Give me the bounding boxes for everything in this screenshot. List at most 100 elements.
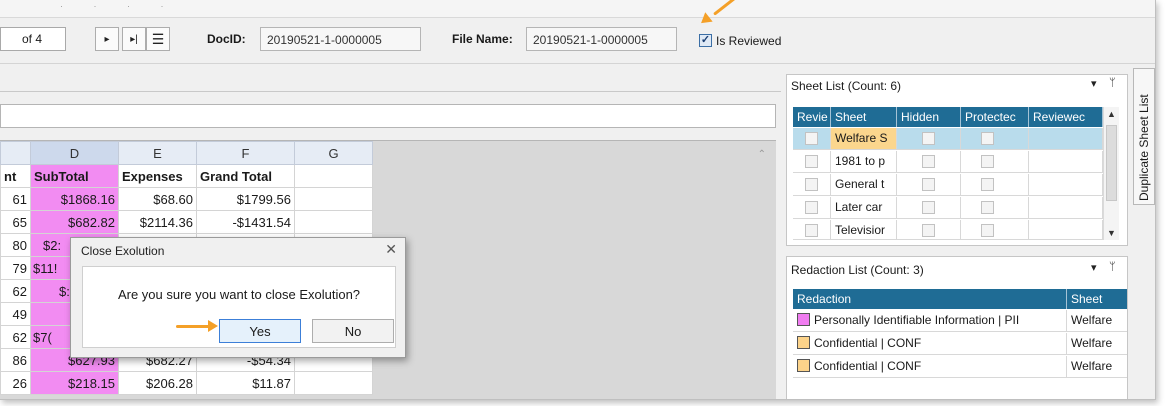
column-header-c[interactable] [0,141,31,165]
cell[interactable] [294,187,373,211]
chevron-down-icon[interactable]: ▾ [1091,261,1097,274]
formula-bar[interactable] [0,104,776,128]
redaction-label: Personally Identifiable Information | PI… [814,313,1020,327]
sheet-list-title: Sheet List (Count: 6) [791,79,902,93]
cell[interactable] [294,210,373,234]
sheet-list-scrollbar[interactable]: ▲ ▼ [1103,107,1119,240]
cell[interactable]: 62 [0,279,31,303]
cell[interactable]: $68.60 [118,187,197,211]
sheet-name: General t [831,174,897,195]
cell[interactable] [294,164,373,188]
menu-strip: · · · · [0,0,1155,18]
cell[interactable]: Grand Total [196,164,295,188]
hidden-checkbox[interactable] [922,224,935,237]
cell[interactable]: $218.15 [30,371,119,395]
duplicate-sheet-list-tab[interactable]: Duplicate Sheet List [1133,68,1155,205]
chevron-down-icon[interactable]: ▾ [1091,77,1097,90]
cell[interactable]: 49 [0,302,31,326]
redaction-sheet: Welfare [1071,313,1113,327]
column-header-d[interactable]: D [30,141,119,165]
scroll-up-icon[interactable]: ▲ [1107,109,1116,119]
cell[interactable]: nt [0,164,31,188]
toolbar: of 4 ▸ ▸| ☰ DocID: 20190521-1-0000005 Fi… [0,20,1155,64]
cell[interactable]: $2114.36 [118,210,197,234]
redaction-row[interactable]: Confidential | CONF Welfare [793,356,1127,378]
cell[interactable] [294,371,373,395]
protected-checkbox[interactable] [981,201,994,214]
scrollbar-thumb[interactable] [1106,125,1117,201]
cell[interactable]: 62 [0,325,31,349]
scroll-up-icon[interactable]: ⌃ [758,149,766,160]
is-reviewed-checkbox[interactable] [699,34,712,47]
column-header-g[interactable]: G [294,141,373,165]
redaction-row[interactable]: Confidential | CONF Welfare [793,333,1127,355]
next-page-button[interactable]: ▸ [95,27,119,51]
skip-end-icon: ▸| [130,33,138,45]
no-button[interactable]: No [312,319,394,343]
cell[interactable]: 86 [0,348,31,372]
cell[interactable]: 26 [0,371,31,395]
hidden-checkbox[interactable] [922,201,935,214]
cell[interactable]: $1868.16 [30,187,119,211]
cell[interactable]: 61 [0,187,31,211]
col-redaction[interactable]: Redaction [793,289,1067,309]
col-hidden[interactable]: Hidden [897,107,961,127]
cell[interactable]: Expenses [118,164,197,188]
table-row: 61 $1868.16 $68.60 $1799.56 [0,187,373,211]
sheet-row[interactable]: Welfare S [793,128,1103,150]
cell[interactable]: 80 [0,233,31,257]
cell[interactable]: -$1431.54 [196,210,295,234]
close-icon[interactable]: ✕ [385,241,397,258]
protected-checkbox[interactable] [981,132,994,145]
table-row: 65 $682.82 $2114.36 -$1431.54 [0,210,373,234]
sheet-name: Later car [831,197,897,218]
protected-checkbox[interactable] [981,178,994,191]
row-checkbox[interactable] [805,132,818,145]
protected-checkbox[interactable] [981,224,994,237]
sheet-row[interactable]: Televisior [793,220,1103,240]
sheet-row[interactable]: General t [793,174,1103,196]
cell[interactable]: $682.82 [30,210,119,234]
last-page-button[interactable]: ▸| [122,27,146,51]
filename-field[interactable]: 20190521-1-0000005 [526,27,677,51]
cell[interactable]: $11.87 [196,371,295,395]
col-sheet[interactable]: Sheet [831,107,897,127]
yes-button[interactable]: Yes [219,319,301,343]
column-header-f[interactable]: F [196,141,295,165]
col-reviewed[interactable]: Revie [793,107,831,127]
cell[interactable]: 79 [0,256,31,280]
panel-header [0,66,781,92]
column-header-e[interactable]: E [118,141,197,165]
scroll-down-icon[interactable]: ▼ [1107,228,1116,238]
sheet-row[interactable]: 1981 to p [793,151,1103,173]
row-checkbox[interactable] [805,224,818,237]
col-sheet[interactable]: Sheet [1067,289,1127,309]
protected-checkbox[interactable] [981,155,994,168]
app-window: · · · · of 4 ▸ ▸| ☰ DocID: 20190521-1-00… [0,0,1156,400]
cell[interactable]: 65 [0,210,31,234]
redaction-row[interactable]: Personally Identifiable Information | PI… [793,310,1127,332]
sheet-row[interactable]: Later car [793,197,1103,219]
dialog-body: Are you sure you want to close Exolution… [82,266,396,348]
docid-field[interactable]: 20190521-1-0000005 [260,27,421,51]
hidden-checkbox[interactable] [922,178,935,191]
cell[interactable]: $1799.56 [196,187,295,211]
cell[interactable]: $206.28 [118,371,197,395]
row-checkbox[interactable] [805,155,818,168]
col-reviewed-2[interactable]: Reviewec [1029,107,1103,127]
play-icon: ▸ [104,33,110,45]
col-protected[interactable]: Protectec [961,107,1029,127]
pin-icon[interactable]: ᛘ [1109,261,1116,273]
row-checkbox[interactable] [805,201,818,214]
pin-icon[interactable]: ᛘ [1109,77,1116,89]
side-tab-label: Duplicate Sheet List [1137,94,1151,201]
redaction-list-title: Redaction List (Count: 3) [791,263,924,277]
hamburger-icon: ☰ [151,30,165,47]
redaction-label: Confidential | CONF [814,336,922,350]
cell[interactable]: SubTotal [30,164,119,188]
redaction-sheet: Welfare [1071,359,1113,373]
menu-button[interactable]: ☰ [146,27,170,51]
hidden-checkbox[interactable] [922,132,935,145]
row-checkbox[interactable] [805,178,818,191]
hidden-checkbox[interactable] [922,155,935,168]
